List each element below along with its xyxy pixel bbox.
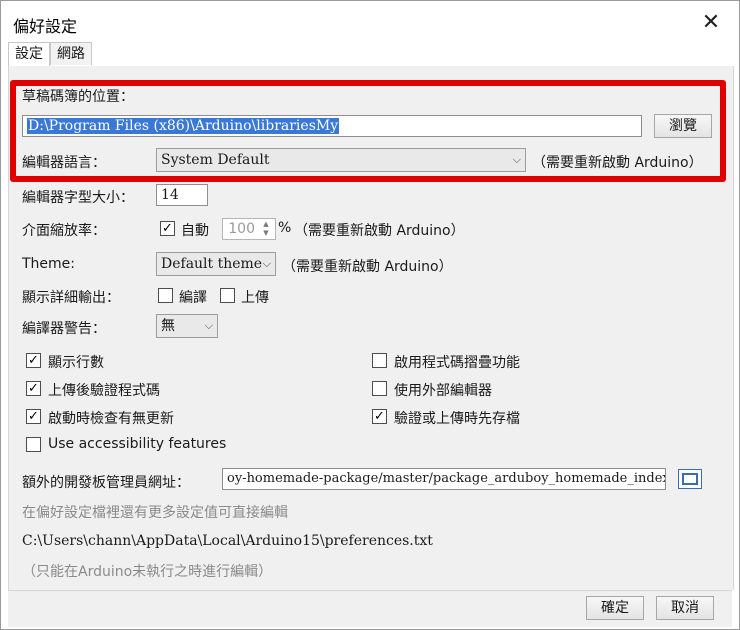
compiler-warnings-value: 無: [161, 318, 175, 334]
verbose-compile-label: 編譯: [179, 290, 207, 306]
sketchbook-path-field[interactable]: D:\Program Files (x86)\Arduino\libraries…: [22, 115, 642, 137]
sketchbook-location-label: 草稿碼簿的位置：: [22, 89, 134, 105]
verify-after-upload-label: 上傳後驗證程式碼: [48, 383, 160, 399]
chevron-down-icon: ⌵: [512, 153, 521, 166]
verbose-upload-label: 上傳: [241, 290, 269, 306]
preferences-file-path: C:\Users\chann\AppData\Local\Arduino15\p…: [22, 533, 433, 549]
tab-settings[interactable]: 設定: [8, 42, 50, 67]
scaling-label: 介面縮放率：: [22, 223, 106, 239]
compiler-warnings-label: 編譯器警告：: [22, 321, 106, 337]
theme-note: （需要重新啟動 Arduino）: [282, 259, 453, 275]
title-bar: 偏好設定 ✕: [1, 1, 737, 41]
window-title: 偏好設定: [13, 17, 78, 36]
check-updates-checkbox[interactable]: ✓: [26, 409, 41, 424]
chevron-down-icon: ⌵: [262, 257, 271, 270]
editor-language-value: System Default: [161, 152, 270, 168]
board-manager-url-value: oy-homemade-package/master/package_ardub…: [227, 471, 666, 486]
save-on-verify-checkbox[interactable]: ✓: [372, 409, 387, 424]
accessibility-label: Use accessibility features: [48, 436, 227, 452]
editor-language-note: （需要重新啟動 Arduino）: [532, 155, 703, 171]
verify-after-upload-checkbox[interactable]: ✓: [26, 381, 41, 396]
browse-button[interactable]: 瀏覽: [654, 114, 712, 138]
font-size-field[interactable]: 14: [156, 184, 208, 206]
cancel-button[interactable]: 取消: [656, 596, 714, 620]
accessibility-checkbox[interactable]: [26, 437, 41, 452]
external-editor-checkbox[interactable]: [372, 381, 387, 396]
tab-bar: 設定 網路: [8, 42, 732, 67]
spinner-arrows-icon[interactable]: ▲ ▼: [259, 220, 273, 238]
show-line-numbers-checkbox[interactable]: ✓: [26, 353, 41, 368]
sketchbook-path-value: D:\Program Files (x86)\Arduino\libraries…: [27, 118, 340, 134]
scaling-unit: %: [278, 220, 292, 236]
check-updates-label: 啟動時檢查有無更新: [48, 411, 174, 427]
scaling-spinner[interactable]: 100 ▲ ▼: [222, 218, 276, 240]
theme-label: Theme:: [22, 256, 76, 272]
theme-value: Default theme: [161, 256, 263, 272]
edit-when-closed-note: （只能在Arduino未執行之時進行編輯）: [22, 564, 273, 580]
verbose-compile-checkbox[interactable]: [158, 288, 173, 303]
save-on-verify-label: 驗證或上傳時先存檔: [394, 411, 520, 427]
scaling-value: 100: [228, 221, 255, 237]
scaling-note: （需要重新啟動 Arduino）: [294, 223, 465, 239]
editor-language-label: 編輯器語言：: [22, 155, 106, 171]
tab-network[interactable]: 網路: [50, 42, 92, 65]
close-icon[interactable]: ✕: [697, 9, 725, 37]
font-size-label: 編輯器字型大小：: [22, 190, 134, 206]
compiler-warnings-select[interactable]: 無 ⌵: [156, 314, 218, 338]
chevron-down-icon: ⌵: [204, 319, 213, 332]
font-size-value: 14: [161, 187, 179, 203]
more-preferences-note: 在偏好設定檔裡還有更多設定值可直接編輯: [22, 505, 288, 521]
scaling-auto-checkbox[interactable]: ✓: [160, 221, 175, 236]
code-folding-checkbox[interactable]: [372, 353, 387, 368]
show-line-numbers-label: 顯示行數: [48, 355, 104, 371]
board-manager-url-field[interactable]: oy-homemade-package/master/package_ardub…: [222, 468, 666, 490]
verbose-output-label: 顯示詳細輸出：: [22, 290, 120, 306]
editor-language-select[interactable]: System Default ⌵: [156, 148, 526, 172]
window-expand-icon[interactable]: [678, 469, 702, 489]
ok-button[interactable]: 確定: [586, 596, 644, 620]
code-folding-label: 啟用程式碼摺疊功能: [394, 355, 520, 371]
board-manager-url-label: 額外的開發板管理員網址：: [22, 475, 190, 491]
external-editor-label: 使用外部編輯器: [394, 383, 492, 399]
theme-select[interactable]: Default theme ⌵: [156, 252, 276, 276]
scaling-auto-label: 自動: [181, 223, 209, 239]
verbose-upload-checkbox[interactable]: [220, 288, 235, 303]
